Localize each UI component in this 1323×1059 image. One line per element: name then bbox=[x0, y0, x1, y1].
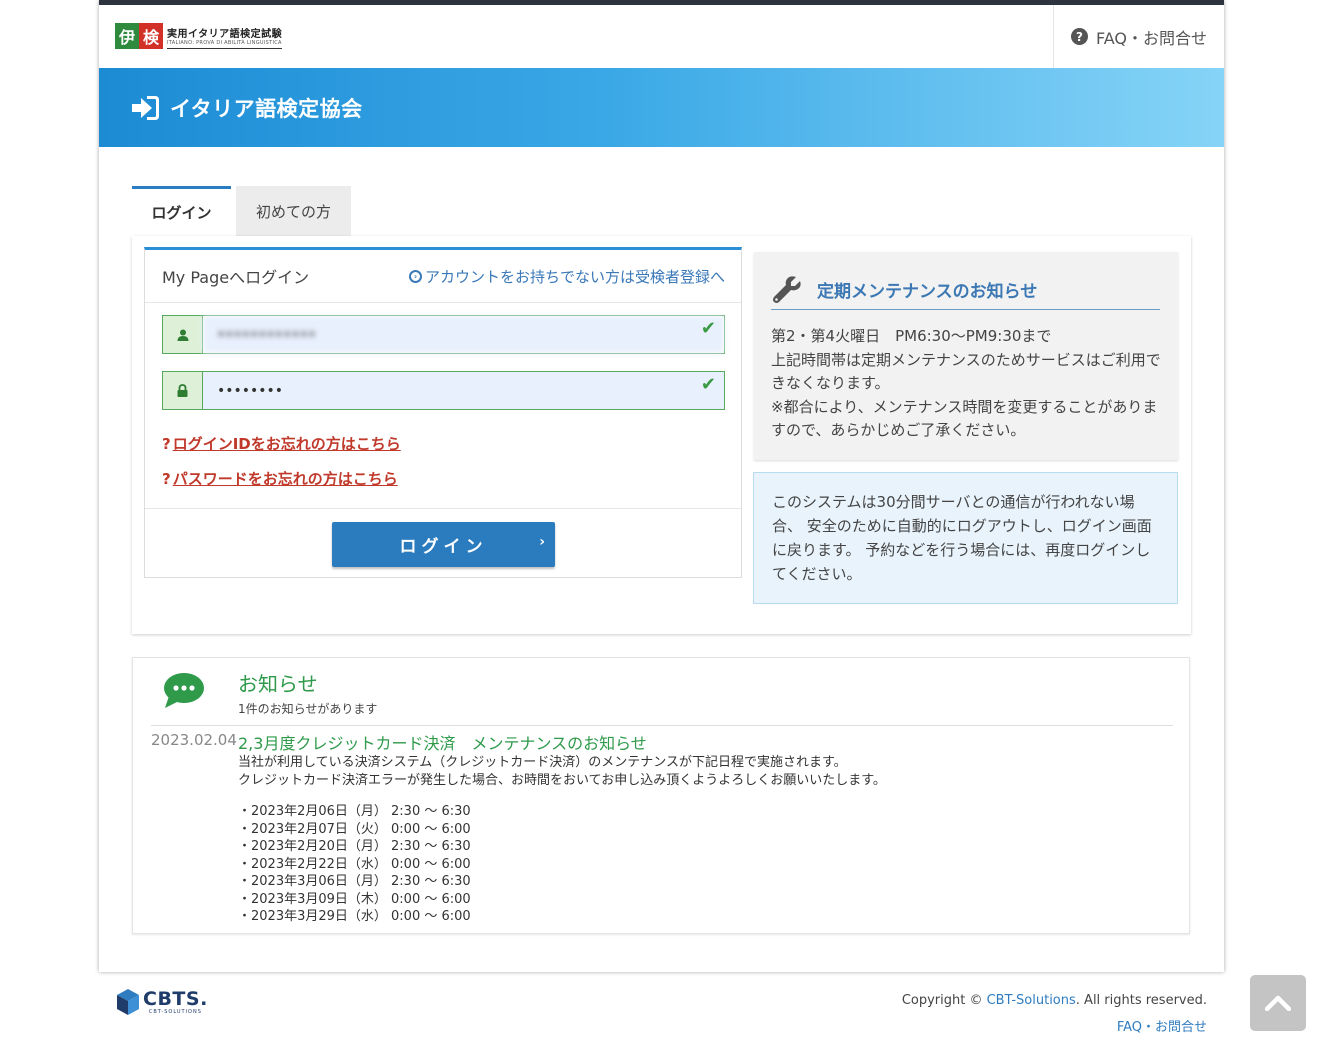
footer-logo-text: CBTS. CBT-SOLUTIONS bbox=[143, 989, 208, 1015]
chat-bubble-icon bbox=[164, 673, 204, 708]
site-header: 伊 検 実用イタリア語検定試験 ITALIANO: PROVA DI ABILI… bbox=[99, 5, 1224, 68]
logo-title: 実用イタリア語検定試験 bbox=[167, 29, 283, 40]
forgot-id-label: ログインIDをお忘れの方はこちら bbox=[172, 435, 401, 453]
login-button[interactable]: ログイン › bbox=[332, 522, 555, 567]
maintenance-schedule: 第2・第4火曜日 PM6:30〜PM9:30まで bbox=[771, 327, 1052, 345]
maintenance-disclaimer: ※都合により、メンテナンス時間を変更することがありますので、あらかじめご了承くだ… bbox=[771, 397, 1158, 440]
wrench-icon bbox=[773, 275, 801, 303]
banner-title: イタリア語検定協会 bbox=[170, 96, 363, 121]
footer-logo[interactable]: CBTS. CBT-SOLUTIONS bbox=[116, 988, 208, 1016]
footer-faq-link[interactable]: FAQ・お問合せ bbox=[1117, 1016, 1207, 1035]
login-panel-header: My Pageへログイン › アカウントをお持ちでない方は受検者登録へ bbox=[145, 250, 741, 303]
username-field: ✔ bbox=[162, 315, 725, 354]
maintenance-note: 上記時間帯は定期メンテナンスのためサービスはご利用できなくなります。 bbox=[771, 350, 1161, 393]
maintenance-header: 定期メンテナンスのお知らせ bbox=[771, 270, 1160, 310]
list-item: ・2023年2月07日（火） 0:00 〜 6:00 bbox=[238, 821, 471, 837]
list-item: ・2023年3月06日（月） 2:30 〜 6:30 bbox=[238, 874, 471, 889]
news-schedule-list: ・2023年2月06日（月） 2:30 〜 6:30 ・2023年2月07日（火… bbox=[238, 803, 471, 926]
session-notice-text: このシステムは30分間サーバとの通信が行われない場合、 安全のために自動的にログ… bbox=[772, 493, 1152, 583]
chevron-right-icon: › bbox=[539, 534, 545, 550]
login-button-label: ログイン bbox=[399, 537, 488, 557]
news-title: お知らせ bbox=[238, 672, 318, 696]
login-card: My Pageへログイン › アカウントをお持ちでない方は受検者登録へ ✔ ✔ bbox=[132, 236, 1191, 634]
logo-subtitle: ITALIANO: PROVA DI ABILITÀ LINGUISTICA bbox=[167, 40, 282, 46]
cube-logo-icon bbox=[117, 989, 139, 1015]
question-circle-icon: ? bbox=[1071, 28, 1088, 45]
tab-login[interactable]: ログイン bbox=[132, 186, 231, 236]
question-mark-icon: ? bbox=[162, 435, 171, 453]
lock-icon bbox=[163, 372, 203, 409]
password-field: ✔ bbox=[162, 371, 725, 410]
question-mark-icon: ? bbox=[162, 470, 171, 488]
news-body-line: クレジットカード決済エラーが発生した場合、お時間をおいてお申し込み頂くようよろし… bbox=[238, 773, 886, 788]
copyright-prefix: Copyright © bbox=[901, 993, 987, 1008]
page-shell: 伊 検 実用イタリア語検定試験 ITALIANO: PROVA DI ABILI… bbox=[99, 0, 1224, 972]
list-item: ・2023年3月29日（水） 0:00 〜 6:00 bbox=[238, 909, 471, 924]
logo-text: 実用イタリア語検定試験 ITALIANO: PROVA DI ABILITÀ L… bbox=[167, 23, 283, 49]
maintenance-panel: 定期メンテナンスのお知らせ 第2・第4火曜日 PM6:30〜PM9:30まで 上… bbox=[754, 252, 1178, 460]
forgot-id-link[interactable]: ? ログインIDをお忘れの方はこちら bbox=[162, 433, 401, 454]
valid-check-icon: ✔ bbox=[700, 374, 716, 395]
news-divider bbox=[151, 725, 1173, 726]
copyright-suffix: . All rights reserved. bbox=[1075, 993, 1207, 1008]
news-date: 2023.02.04 bbox=[151, 731, 237, 749]
page-banner: イタリア語検定協会 bbox=[99, 68, 1224, 147]
login-panel-title: My Pageへログイン bbox=[162, 268, 310, 287]
list-item: ・2023年2月22日（水） 0:00 〜 6:00 bbox=[238, 856, 471, 872]
register-link[interactable]: › アカウントをお持ちでない方は受検者登録へ bbox=[408, 266, 725, 287]
user-icon bbox=[163, 316, 203, 353]
scroll-top-button[interactable] bbox=[1250, 975, 1306, 1031]
news-card: お知らせ 1件のお知らせがあります 2023.02.04 2,3月度クレジットカ… bbox=[132, 657, 1190, 934]
chevron-up-icon bbox=[1265, 995, 1291, 1011]
session-timeout-notice: このシステムは30分間サーバとの通信が行われない場合、 安全のために自動的にログ… bbox=[753, 472, 1178, 604]
sign-in-icon bbox=[132, 95, 159, 120]
arrow-circle-icon: › bbox=[408, 269, 422, 283]
list-item: ・2023年3月09日（木） 0:00 〜 6:00 bbox=[238, 891, 471, 907]
logo-mark-1: 伊 bbox=[115, 23, 139, 49]
news-count: 1件のお知らせがあります bbox=[238, 702, 378, 716]
login-panel: My Pageへログイン › アカウントをお持ちでない方は受検者登録へ ✔ ✔ bbox=[144, 247, 742, 578]
username-input[interactable] bbox=[203, 316, 724, 353]
tab-first-time[interactable]: 初めての方 bbox=[236, 186, 351, 236]
password-input[interactable] bbox=[203, 372, 724, 409]
maintenance-body: 第2・第4火曜日 PM6:30〜PM9:30まで 上記時間帯は定期メンテナンスの… bbox=[771, 325, 1161, 443]
copyright: Copyright © CBT-Solutions. All rights re… bbox=[902, 993, 1207, 1008]
news-body-line: 当社が利用している決済システム（クレジットカード決済）のメンテナンスが下記日程で… bbox=[238, 755, 847, 770]
list-item: ・2023年2月20日（月） 2:30 〜 6:30 bbox=[238, 839, 471, 854]
header-faq-link[interactable]: ? FAQ・お問合せ bbox=[1053, 5, 1224, 68]
maintenance-title: 定期メンテナンスのお知らせ bbox=[817, 282, 1038, 302]
forgot-password-label: パスワードをお忘れの方はこちら bbox=[172, 470, 398, 488]
footer-logo-sub: CBT-SOLUTIONS bbox=[148, 1009, 202, 1015]
news-body: 当社が利用している決済システム（クレジットカード決済）のメンテナンスが下記日程で… bbox=[238, 754, 886, 790]
copyright-link[interactable]: CBT-Solutions bbox=[987, 993, 1076, 1008]
site-logo[interactable]: 伊 検 実用イタリア語検定試験 ITALIANO: PROVA DI ABILI… bbox=[115, 23, 283, 49]
register-link-label: アカウントをお持ちでない方は受検者登録へ bbox=[424, 267, 725, 286]
logo-mark-2: 検 bbox=[139, 23, 163, 49]
footer-logo-word: CBTS. bbox=[143, 988, 208, 1010]
header-faq-label: FAQ・お問合せ bbox=[1096, 28, 1207, 48]
forgot-password-link[interactable]: ? パスワードをお忘れの方はこちら bbox=[162, 468, 398, 489]
login-panel-footer: ログイン › bbox=[145, 508, 741, 578]
list-item: ・2023年2月06日（月） 2:30 〜 6:30 bbox=[238, 804, 471, 819]
news-headline[interactable]: 2,3月度クレジットカード決済 メンテナンスのお知らせ bbox=[238, 730, 647, 754]
valid-check-icon: ✔ bbox=[700, 318, 716, 339]
